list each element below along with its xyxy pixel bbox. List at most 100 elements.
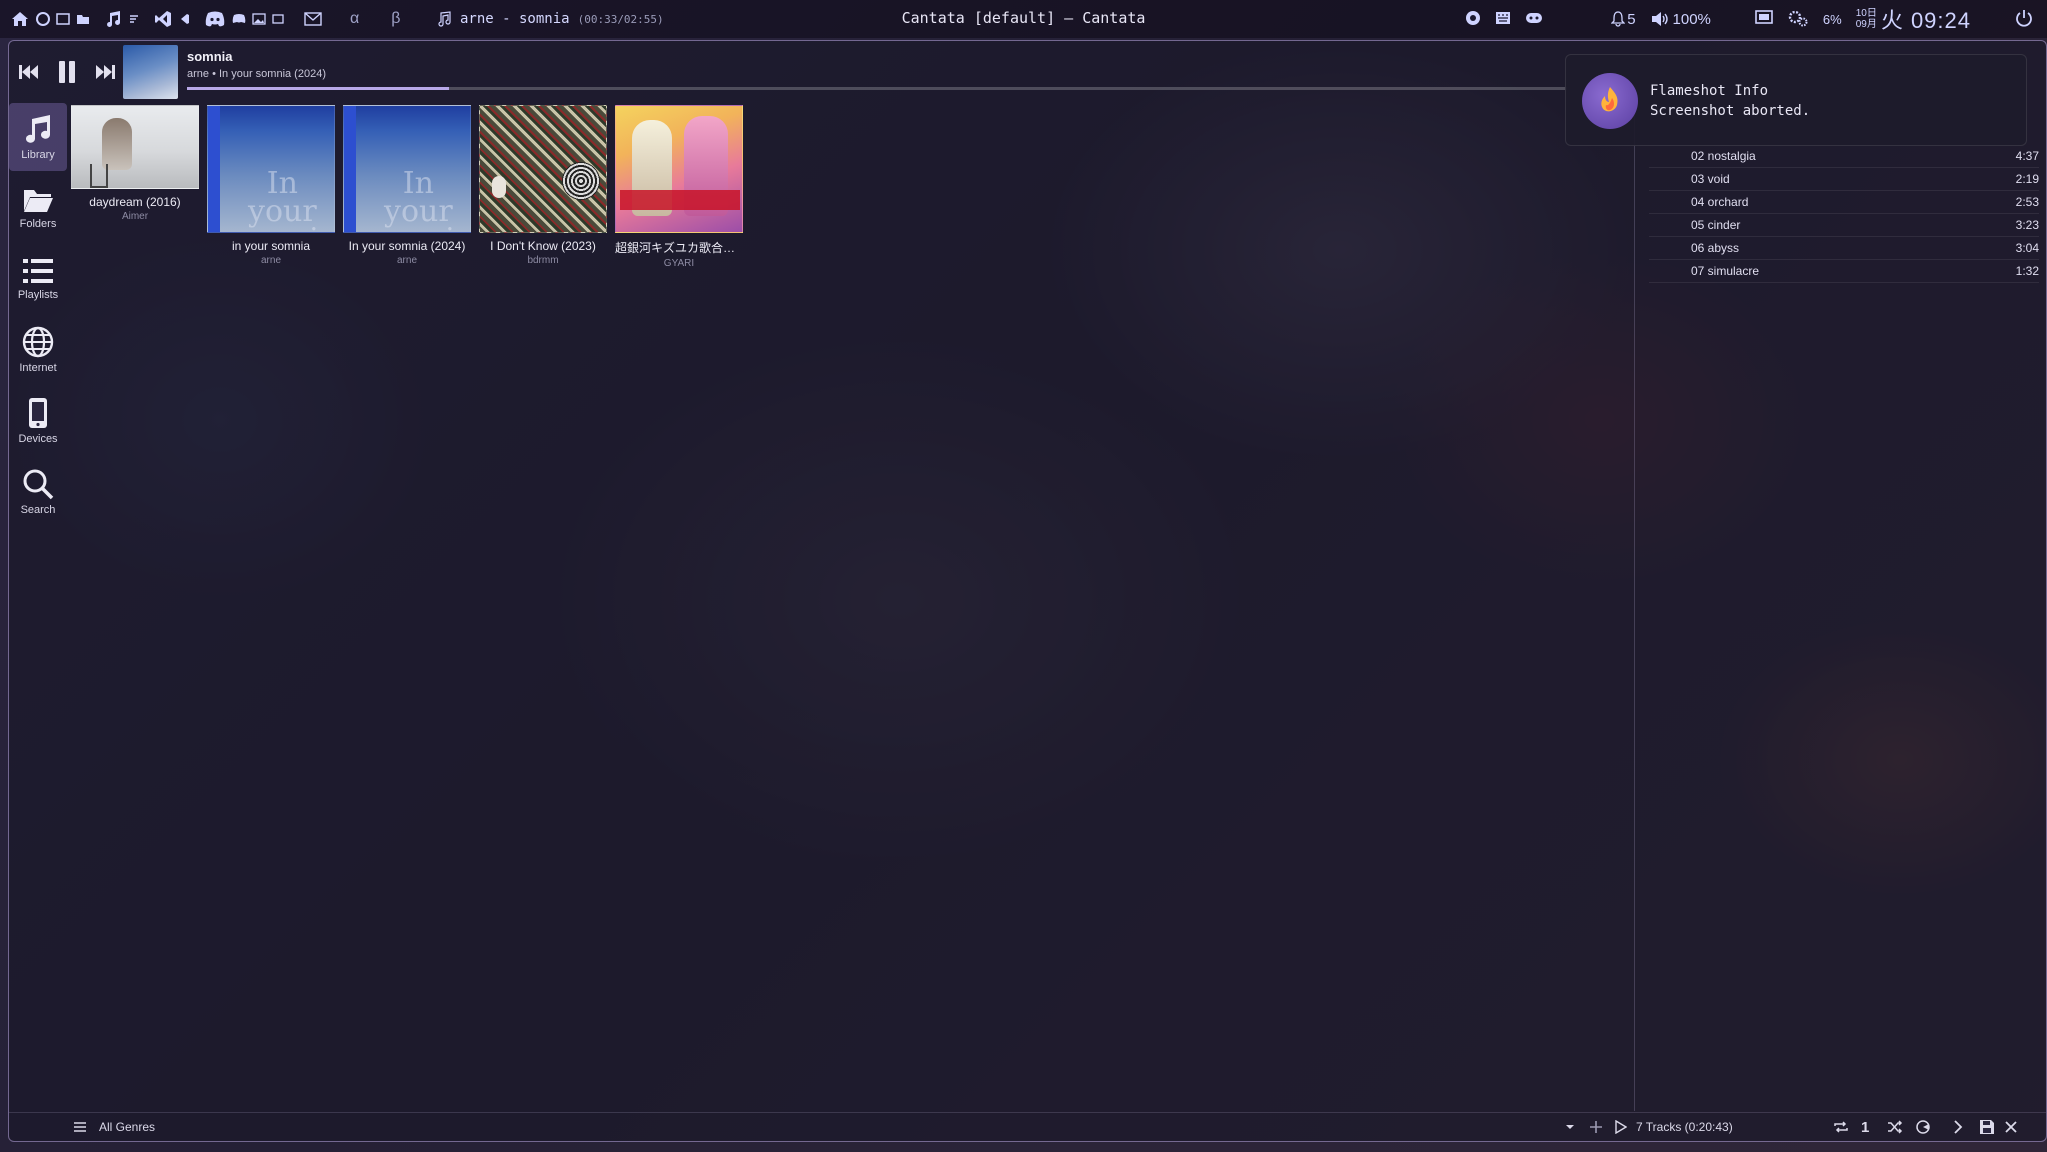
panel-splitter[interactable] bbox=[1634, 99, 1635, 1111]
mail-icon[interactable] bbox=[304, 0, 322, 38]
consume-icon bbox=[1916, 1120, 1930, 1134]
track-name: 02 nostalgia bbox=[1691, 149, 1756, 163]
image-viewer-icon[interactable] bbox=[252, 0, 266, 38]
album-item[interactable]: In yoursomnia in your somnia arne bbox=[207, 105, 335, 269]
record-icon[interactable] bbox=[1465, 10, 1481, 29]
album-item[interactable]: 超銀河キズユカ歌合戦 ... GYARI bbox=[615, 105, 743, 269]
previous-track-button[interactable] bbox=[15, 58, 43, 86]
consume-button[interactable] bbox=[1915, 1113, 1931, 1141]
album-item[interactable]: daydream (2016) Aimer bbox=[71, 105, 199, 269]
workspace-launchers: α β bbox=[10, 0, 400, 38]
notification-bell-icon[interactable]: 5 bbox=[1611, 11, 1636, 28]
keyboard-icon[interactable] bbox=[1495, 11, 1511, 28]
cpu-usage: 6% bbox=[1822, 11, 1842, 27]
folder-icon bbox=[24, 190, 53, 212]
firefox-icon[interactable] bbox=[36, 0, 50, 38]
album-artist: GYARI bbox=[663, 258, 695, 269]
power-icon[interactable] bbox=[2015, 9, 2033, 30]
repeat-icon bbox=[1834, 1121, 1848, 1133]
pause-icon bbox=[59, 61, 75, 83]
queue-summary: 7 Tracks (0:20:43) bbox=[1636, 1120, 1733, 1134]
toast-body: Screenshot aborted. bbox=[1650, 103, 1811, 119]
album-artist: arne bbox=[260, 255, 281, 266]
next-track-button[interactable] bbox=[91, 58, 119, 86]
track-duration: 3:04 bbox=[2015, 241, 2039, 255]
music-launcher-icon[interactable] bbox=[104, 0, 122, 38]
clear-playlist-button[interactable] bbox=[2005, 1113, 2017, 1141]
album-item[interactable]: In yoursomnia In your somnia (2024) arne bbox=[343, 105, 471, 269]
workspace-beta[interactable]: β bbox=[391, 0, 400, 38]
list-item[interactable]: 05 cinder 3:23 bbox=[1649, 214, 2039, 237]
now-playing-widget[interactable]: arne - somnia (00:33/02:55) bbox=[436, 0, 664, 38]
seek-bar[interactable] bbox=[187, 87, 1567, 90]
screen-icon[interactable] bbox=[1755, 9, 1773, 29]
genre-filter[interactable]: All Genres bbox=[99, 1113, 155, 1141]
play-queue-button[interactable] bbox=[1615, 1113, 1627, 1141]
list-item[interactable]: 03 void 2:19 bbox=[1649, 168, 2039, 191]
now-playing-time: (00:33/02:55) bbox=[577, 12, 664, 26]
repeat-button[interactable] bbox=[1833, 1113, 1849, 1141]
sidebar-item-label: Folders bbox=[19, 218, 57, 230]
speaker-icon bbox=[1651, 12, 1668, 26]
date-month: 09月 bbox=[1855, 19, 1877, 30]
track-name: 05 cinder bbox=[1691, 218, 1741, 232]
album-item[interactable]: I Don't Know (2023) bdrmm bbox=[479, 105, 607, 269]
track-duration: 2:53 bbox=[2015, 195, 2039, 209]
add-button[interactable] bbox=[1589, 1113, 1603, 1141]
sidebar-item-playlists[interactable]: Playlists bbox=[9, 245, 67, 313]
home-icon[interactable] bbox=[10, 0, 30, 38]
cantata-window: somnia arne • In your somnia (2024) Libr… bbox=[8, 40, 2047, 1142]
skip-forward-icon bbox=[96, 65, 115, 79]
folder-launcher-icon[interactable] bbox=[76, 0, 90, 38]
album-artist: bdrmm bbox=[527, 255, 559, 266]
vscode-small-icon[interactable] bbox=[178, 0, 190, 38]
track-duration: 4:37 bbox=[2015, 149, 2039, 163]
settings-gears-icon[interactable] bbox=[1787, 9, 1809, 30]
sidebar-item-library[interactable]: Library bbox=[9, 103, 67, 171]
playback-controls bbox=[15, 47, 119, 97]
album-artist: Aimer bbox=[121, 211, 149, 222]
track-duration: 2:19 bbox=[2015, 172, 2039, 186]
clock-time[interactable]: 火 09:24 bbox=[1881, 3, 1971, 35]
notification-toast[interactable]: Flameshot Info Screenshot aborted. bbox=[1565, 54, 2027, 146]
workspace-alpha[interactable]: α bbox=[350, 0, 359, 38]
gamepad-icon[interactable] bbox=[1525, 11, 1543, 28]
list-icon bbox=[23, 259, 53, 283]
track-name: 03 void bbox=[1691, 172, 1730, 186]
terminal-icon[interactable] bbox=[56, 0, 70, 38]
track-duration: 3:23 bbox=[2015, 218, 2039, 232]
chevron-down-icon bbox=[1566, 1125, 1574, 1129]
flameshot-logo-icon bbox=[1582, 73, 1638, 129]
sidebar-item-label: Library bbox=[21, 149, 55, 161]
list-item[interactable]: 07 simulacre 1:32 bbox=[1649, 260, 2039, 283]
album-cover bbox=[615, 105, 743, 233]
menu-button[interactable] bbox=[73, 1113, 87, 1141]
music-note-small-icon[interactable] bbox=[128, 0, 140, 38]
discord-small-icon[interactable] bbox=[232, 0, 246, 38]
sidebar-item-search[interactable]: Search bbox=[9, 458, 67, 526]
pause-button[interactable] bbox=[53, 58, 81, 86]
now-playing-cover[interactable] bbox=[123, 45, 178, 99]
shuffle-button[interactable] bbox=[1887, 1113, 1903, 1141]
save-playlist-button[interactable] bbox=[1979, 1113, 1995, 1141]
album-cover bbox=[71, 105, 199, 189]
search-icon bbox=[23, 469, 54, 500]
list-item[interactable]: 04 orchard 2:53 bbox=[1649, 191, 2039, 214]
track-name: 07 simulacre bbox=[1691, 264, 1760, 278]
vscode-icon[interactable] bbox=[154, 0, 172, 38]
list-item[interactable]: 02 nostalgia 4:37 bbox=[1649, 145, 2039, 168]
sidebar-item-folders[interactable]: Folders bbox=[9, 174, 67, 242]
globe-icon bbox=[22, 326, 54, 358]
genre-dropdown[interactable] bbox=[1565, 1113, 1575, 1141]
window-icon[interactable] bbox=[272, 0, 284, 38]
volume-control[interactable]: 100% bbox=[1650, 11, 1711, 28]
list-item[interactable]: 06 abyss 3:04 bbox=[1649, 237, 2039, 260]
sidebar-item-devices[interactable]: Devices bbox=[9, 387, 67, 455]
expand-button[interactable] bbox=[1953, 1113, 1963, 1141]
sidebar-item-internet[interactable]: Internet bbox=[9, 316, 67, 384]
single-mode-button[interactable]: 1 bbox=[1861, 1113, 1869, 1141]
sidebar-item-label: Search bbox=[20, 504, 56, 516]
album-title: daydream (2016) bbox=[89, 195, 181, 209]
discord-icon[interactable] bbox=[204, 0, 226, 38]
track-duration: 1:32 bbox=[2015, 264, 2039, 278]
